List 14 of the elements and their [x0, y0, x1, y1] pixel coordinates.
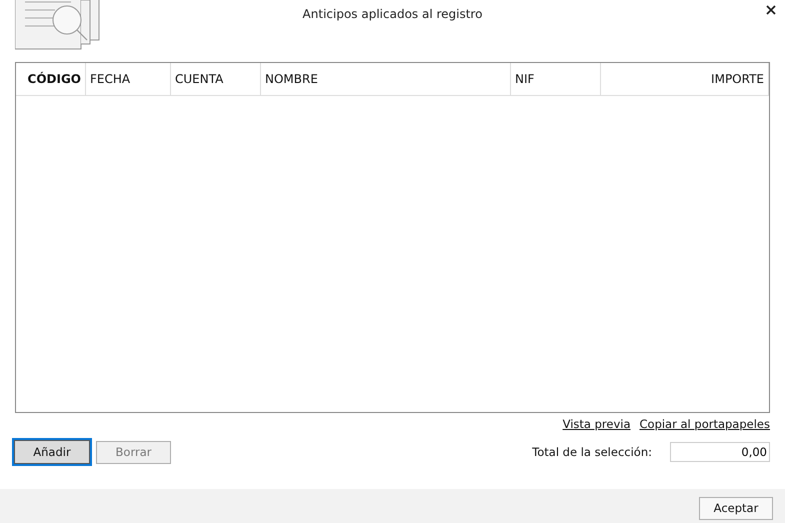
column-header[interactable]: CÓDIGO — [16, 63, 86, 95]
column-header[interactable]: NOMBRE — [261, 63, 511, 95]
add-button[interactable]: Añadir — [12, 438, 92, 466]
window-title: Anticipos aplicados al registro — [302, 7, 484, 21]
column-header[interactable]: NIF — [511, 63, 601, 95]
close-icon[interactable] — [766, 5, 776, 15]
link[interactable]: Copiar al portapapeles — [640, 417, 770, 437]
accept-button[interactable]: Aceptar — [699, 496, 773, 520]
total-field[interactable]: 0,00 — [670, 442, 770, 462]
column-header[interactable]: FECHA — [86, 63, 171, 95]
column-header[interactable]: IMPORTE — [601, 63, 769, 95]
link[interactable]: Vista previa — [562, 417, 630, 437]
column-header[interactable]: CUENTA — [171, 63, 261, 95]
total-label: Total de la selección: — [532, 445, 652, 459]
